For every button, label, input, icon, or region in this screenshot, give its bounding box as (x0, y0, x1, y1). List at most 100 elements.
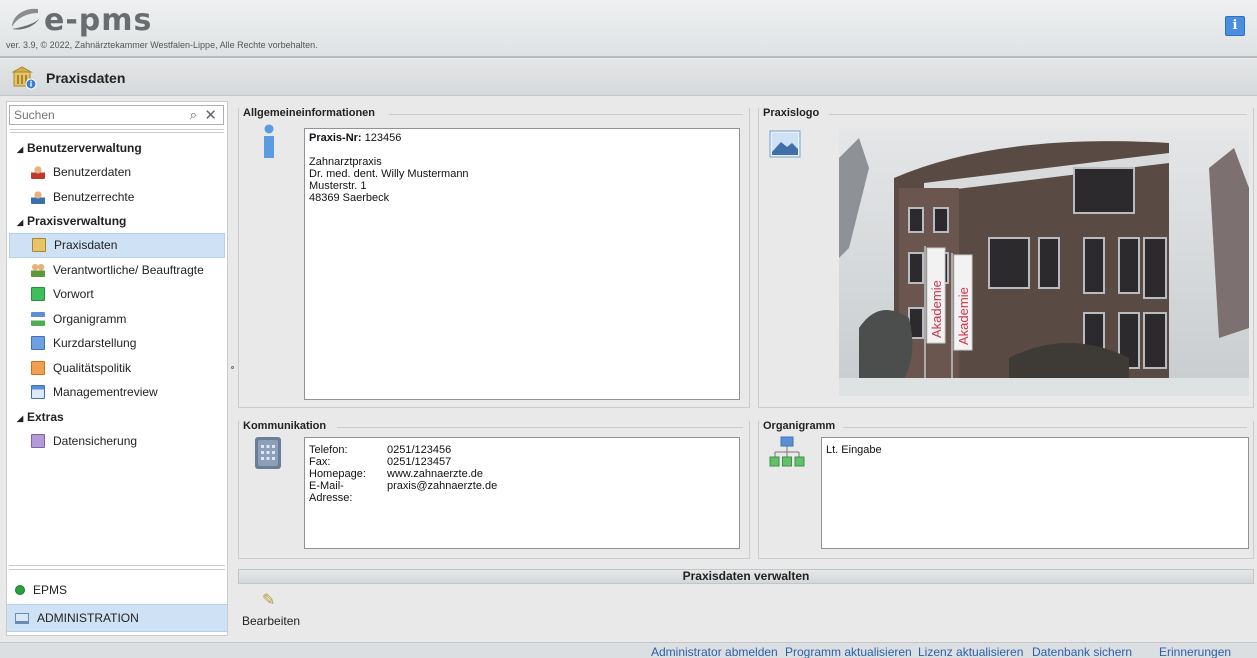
group-label: Praxisverwaltung (27, 214, 127, 228)
people-icon (31, 262, 45, 277)
nav-administration[interactable]: ADMINISTRATION (7, 604, 227, 632)
contact-value: praxis@zahnaerzte.de (387, 480, 498, 492)
collapse-arrow-icon[interactable]: ◢ (17, 211, 27, 235)
pencil-icon: ✎ (262, 592, 276, 609)
sidebar-item-benutzerrechte[interactable]: Benutzerrechte (7, 185, 227, 210)
search-input[interactable] (10, 106, 160, 124)
app-name: e-pms (44, 2, 153, 38)
close-icon[interactable]: ✕ (204, 106, 217, 124)
sidebar-item-label: Vorwort (53, 287, 94, 302)
document-orange-icon (31, 360, 45, 375)
contact-value: www.zahnaerzte.de (387, 468, 483, 480)
sidebar-item-kurzdarstellung[interactable]: Kurzdarstellung (7, 331, 227, 356)
presentation-icon (31, 385, 45, 400)
address-line: Dr. med. dent. Willy Mustermann (309, 168, 469, 180)
logout-link[interactable]: Administrator abmelden (651, 645, 778, 658)
contact-row-telefon: Telefon: 0251/123456 (309, 444, 735, 456)
sidebar-item-praxisdaten[interactable]: Praxisdaten (9, 233, 225, 258)
contact-value: 0251/123456 (387, 444, 452, 456)
contact-row-fax: Fax: 0251/123457 (309, 456, 735, 468)
sidebar-item-label: Benutzerdaten (53, 165, 132, 180)
address-line: Zahnarztpraxis (309, 156, 382, 168)
document-green-icon (31, 287, 45, 302)
group-label: Extras (27, 409, 64, 424)
info-icon (264, 124, 274, 158)
sidebar-item-label: Qualitätspolitik (53, 360, 132, 375)
organigram-textbox[interactable]: Lt. Eingabe (821, 437, 1249, 549)
sidebar-item-label: Managementreview (53, 385, 158, 400)
nav-tree: ◢ Benutzerverwaltung Benutzerdaten Benutz… (7, 136, 227, 453)
sidebar-item-organigramm[interactable]: Organigramm (7, 307, 227, 332)
praxis-nr-value: 123456 (364, 132, 402, 144)
sidebar-item-label: Verantwortliche/ Beauftragte (53, 262, 204, 277)
panel-communication: Kommunikation Telefon: 0251/123456 Fax: 02… (238, 420, 750, 559)
divider (10, 129, 224, 133)
sidebar-item-benutzerdaten[interactable]: Benutzerdaten (7, 160, 227, 185)
organigram-text: Lt. Eingabe (826, 444, 882, 456)
backup-database-link[interactable]: Datenbank sichern (1032, 645, 1132, 658)
sidebar-item-label: Organigramm (53, 311, 127, 326)
collapse-arrow-icon[interactable]: ◢ (17, 138, 27, 162)
sidebar-item-label: Praxisdaten (54, 238, 118, 253)
panel-rule (389, 114, 743, 115)
panel-logo: Praxislogo Akademie Akademie (758, 107, 1254, 408)
logo-swoosh-icon (12, 8, 39, 30)
panel-rule (829, 114, 1247, 115)
nav-epms[interactable]: EPMS (7, 576, 227, 604)
organigram-icon (31, 311, 45, 326)
panel-communication-title: Kommunikation (243, 420, 331, 432)
nav-epms-label: EPMS (33, 583, 68, 597)
page-title-bar: Praxisdaten (0, 60, 1257, 96)
contact-key: Homepage: (309, 468, 366, 480)
group-benutzerverwaltung[interactable]: ◢ Benutzerverwaltung (7, 136, 227, 160)
user-rights-icon (31, 189, 45, 204)
group-extras[interactable]: ◢ Extras (7, 405, 227, 429)
sidebar-item-qualitaetspolitik[interactable]: Qualitätspolitik (7, 356, 227, 381)
splitter-handle[interactable] (231, 366, 234, 369)
backup-icon (31, 433, 45, 448)
search-box: ⌕ ✕ (9, 105, 224, 125)
sidebar-item-managementreview[interactable]: Managementreview (7, 380, 227, 405)
contact-key: Fax: (309, 456, 331, 468)
info-button[interactable]: i (1225, 16, 1245, 36)
status-dot-icon (15, 585, 25, 595)
panel-rule (337, 427, 743, 428)
reminders-link[interactable]: Erinnerungen (1159, 645, 1231, 658)
footer-bar: Administrator abmelden Programm aktualis… (0, 642, 1257, 658)
panel-rule (843, 427, 1247, 428)
edit-button[interactable]: ✎ Bearbeiten (240, 590, 302, 630)
panel-organigram-title: Organigramm (763, 420, 840, 432)
monitor-icon (15, 612, 29, 624)
sidebar-item-label: Datensicherung (53, 433, 138, 448)
group-praxisverwaltung[interactable]: ◢ Praxisverwaltung (7, 209, 227, 233)
image-icon[interactable] (769, 130, 801, 158)
update-program-link[interactable]: Programm aktualisieren (785, 645, 912, 658)
contact-row-email: E-Mail-Adresse: praxis@zahnaerzte.de (309, 480, 735, 504)
user-icon (31, 165, 45, 180)
sidebar-item-datensicherung[interactable]: Datensicherung (7, 429, 227, 454)
building-icon (32, 238, 46, 253)
edit-button-label: Bearbeiten (242, 614, 301, 628)
sidebar-item-vorwort[interactable]: Vorwort (7, 282, 227, 307)
address-line: Musterstr. 1 (309, 180, 367, 192)
update-license-link[interactable]: Lizenz aktualisieren (918, 645, 1023, 658)
group-label: Benutzerverwaltung (27, 141, 142, 155)
search-icon[interactable]: ⌕ (190, 107, 197, 123)
version-text: ver. 3.9, © 2022, Zahnärztekammer Westfa… (6, 40, 318, 50)
general-textbox[interactable]: Praxis-Nr: 123456 Zahnarztpraxis Dr. med… (304, 128, 740, 400)
contact-value: 0251/123457 (387, 456, 452, 468)
panel-organigram: Organigramm Lt. Eingabe (758, 420, 1254, 559)
sidebar: ⌕ ✕ ◢Benutzerverwaltung Benutzerdaten Be… (6, 101, 228, 636)
sidebar-splitter[interactable] (9, 565, 225, 570)
banner-text: Akademie (956, 287, 971, 345)
app-header: e-pms ver. 3.9, © 2022, Zahnärztekammer … (0, 0, 1257, 58)
banner-text: Akademie (929, 280, 944, 338)
collapse-arrow-icon[interactable]: ◢ (17, 407, 27, 431)
sidebar-item-verantwortliche[interactable]: Verantwortliche/ Beauftragte (7, 258, 227, 283)
contact-key: E-Mail-Adresse: (309, 480, 353, 504)
praxis-nr-label: Praxis-Nr: (309, 132, 362, 144)
document-blue-icon (31, 336, 45, 351)
communication-textbox[interactable]: Telefon: 0251/123456 Fax: 0251/123457 Home… (304, 437, 740, 549)
panel-general-title: Allgemeineinformationen (243, 107, 380, 119)
nav-admin-label: ADMINISTRATION (37, 611, 139, 625)
